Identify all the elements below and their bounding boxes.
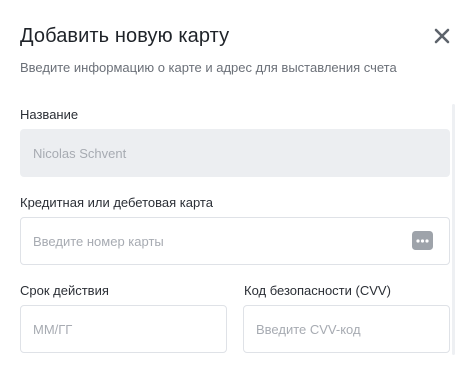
name-label: Название xyxy=(20,107,79,122)
close-icon xyxy=(434,28,450,44)
name-value: Nicolas Schvent xyxy=(33,145,127,161)
cvv-placeholder: Введите CVV-код xyxy=(256,321,361,337)
add-card-dialog: Добавить новую карту Введите информацию … xyxy=(0,0,471,371)
card-number-input[interactable]: Введите номер карты xyxy=(20,217,450,265)
scrollbar[interactable] xyxy=(452,104,455,355)
expiry-placeholder: ММ/ГГ xyxy=(33,321,73,337)
card-number-placeholder: Введите номер карты xyxy=(33,233,164,249)
cvv-input[interactable]: Введите CVV-код xyxy=(243,305,450,353)
expiry-input[interactable]: ММ/ГГ xyxy=(20,305,227,353)
card-label: Кредитная или дебетовая карта xyxy=(20,195,213,210)
cvv-label: Код безопасности (CVV) xyxy=(244,283,391,298)
dialog-subtitle: Введите информацию о карте и адрес для в… xyxy=(20,60,397,75)
expiry-label: Срок действия xyxy=(20,283,109,298)
credit-card-icon xyxy=(412,231,433,250)
dialog-title: Добавить новую карту xyxy=(20,25,230,47)
close-button[interactable] xyxy=(431,25,453,47)
name-field: Nicolas Schvent xyxy=(20,129,450,177)
